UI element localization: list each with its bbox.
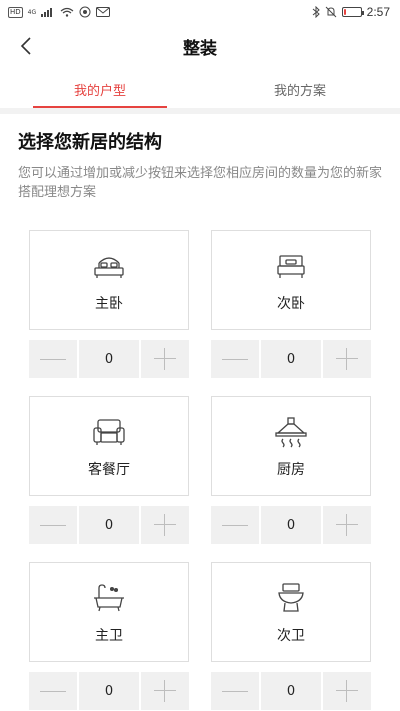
increment-button[interactable] [141,340,189,378]
quantity-stepper: 0 [211,672,371,710]
status-left: HD 4G [8,6,111,18]
network-generation: 4G [27,8,37,16]
tab-bar: 我的户型 我的方案 [0,70,400,108]
plus-icon [154,680,176,702]
quantity-value: 0 [79,672,139,710]
second-bed-icon [270,247,312,285]
quantity-stepper: 0 [29,672,189,710]
quantity-value: 0 [79,506,139,544]
intro-title: 选择您新居的结构 [18,132,162,153]
nav-header: 整装 [0,24,400,68]
increment-button[interactable] [141,506,189,544]
battery-icon [341,7,364,17]
minus-icon [40,690,66,692]
minus-icon [222,358,248,360]
signal-icon [41,8,53,17]
room-label: 主卫 [95,628,123,644]
quantity-stepper: 0 [211,506,371,544]
decrement-button[interactable] [29,506,77,544]
decrement-button[interactable] [211,340,259,378]
plus-icon [336,514,358,536]
email-icon [96,7,111,17]
quantity-value: 0 [261,672,321,710]
increment-button[interactable] [141,672,189,710]
page-title: 整装 [183,38,217,59]
quantity-value: 0 [261,340,321,378]
status-time: 2:57 [366,5,390,19]
plus-icon [336,348,358,370]
room-label: 主卧 [95,296,123,312]
room-master-bedroom: 主卧 0 [29,230,189,378]
room-card[interactable]: 客餐厅 [29,396,189,496]
room-label: 厨房 [277,462,305,478]
decrement-button[interactable] [211,506,259,544]
quantity-stepper: 0 [211,340,371,378]
message-icon [79,6,91,18]
minus-icon [40,358,66,360]
room-label: 次卧 [277,296,305,312]
intro-section: 选择您新居的结构 您可以通过增加或减少按钮来选择您相应房间的数量为您的新家搭配理… [18,128,388,202]
range-hood-icon [270,413,312,451]
wifi-icon [60,7,74,17]
status-bar: HD 4G 2:57 [0,0,400,24]
increment-button[interactable] [323,506,371,544]
quantity-stepper: 0 [29,340,189,378]
room-card[interactable]: 次卫 [211,562,371,662]
quantity-value: 0 [79,340,139,378]
back-button[interactable] [12,32,40,60]
decrement-button[interactable] [211,672,259,710]
increment-button[interactable] [323,672,371,710]
plus-icon [336,680,358,702]
room-second-bath: 次卫 0 [211,562,371,710]
room-living-dining: 客餐厅 0 [29,396,189,544]
minus-icon [222,524,248,526]
bluetooth-icon [312,6,320,18]
room-card[interactable]: 主卫 [29,562,189,662]
bathtub-icon [88,579,130,617]
decrement-button[interactable] [29,340,77,378]
plus-icon [154,514,176,536]
room-label: 客餐厅 [88,462,130,478]
section-divider [0,108,400,114]
tab-my-plan[interactable]: 我的方案 [200,70,400,108]
room-second-bedroom: 次卧 0 [211,230,371,378]
toilet-icon [270,579,312,617]
increment-button[interactable] [323,340,371,378]
battery-level [343,9,346,15]
mute-bell-icon [325,6,336,18]
quantity-stepper: 0 [29,506,189,544]
quantity-value: 0 [261,506,321,544]
minus-icon [222,690,248,692]
minus-icon [40,524,66,526]
hd-badge: HD [8,6,23,18]
room-kitchen: 厨房 0 [211,396,371,544]
room-card[interactable]: 主卧 [29,230,189,330]
tab-my-floorplan[interactable]: 我的户型 [0,70,200,108]
room-label: 次卫 [277,628,305,644]
room-card[interactable]: 次卧 [211,230,371,330]
plus-icon [154,348,176,370]
master-bed-icon [88,247,130,285]
decrement-button[interactable] [29,672,77,710]
status-right: 2:57 [312,5,390,19]
chevron-left-icon [20,37,31,55]
sofa-icon [88,413,130,451]
room-card[interactable]: 厨房 [211,396,371,496]
intro-description: 您可以通过增加或减少按钮来选择您相应房间的数量为您的新家搭配理想方案 [18,166,383,200]
room-master-bath: 主卫 0 [29,562,189,710]
